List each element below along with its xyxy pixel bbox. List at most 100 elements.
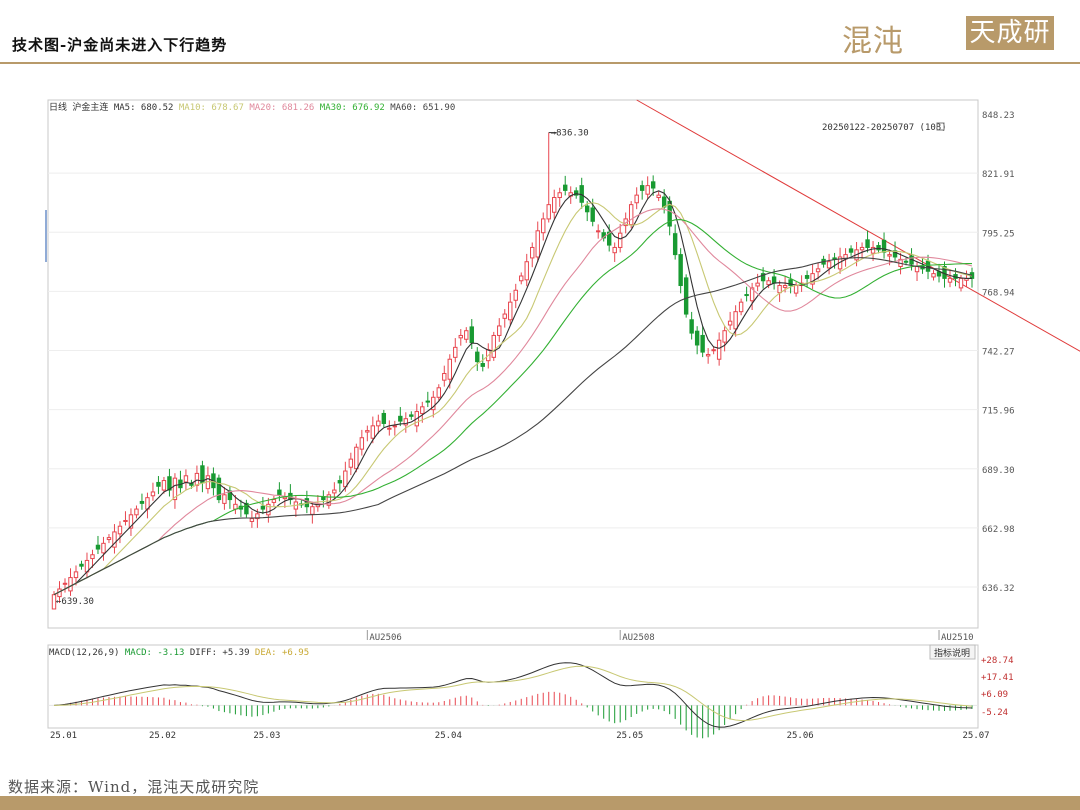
candle-body[interactable] [458, 334, 463, 339]
candle-body[interactable] [650, 181, 656, 189]
candle-body[interactable] [277, 489, 282, 496]
candle-body[interactable] [744, 294, 749, 297]
candle-body[interactable] [464, 330, 469, 340]
candle-body[interactable] [595, 230, 601, 233]
candle-body[interactable] [442, 373, 447, 381]
candle-body[interactable] [134, 508, 139, 516]
candle-body[interactable] [475, 351, 480, 363]
candle-body[interactable] [947, 277, 953, 283]
candle-body[interactable] [381, 412, 387, 424]
candle-body[interactable] [106, 537, 112, 541]
candle-body[interactable] [73, 571, 79, 579]
candle-body[interactable] [79, 563, 84, 567]
candle-body[interactable] [887, 254, 892, 257]
candle-body[interactable] [859, 246, 865, 251]
candle-body[interactable] [139, 500, 145, 504]
candle-body[interactable] [958, 277, 964, 289]
candle-body[interactable] [398, 415, 403, 422]
candle-body[interactable] [617, 232, 623, 248]
candle-body[interactable] [727, 320, 733, 326]
candle-body[interactable] [90, 554, 95, 560]
candle-body[interactable] [865, 239, 870, 248]
candle-body[interactable] [271, 499, 277, 503]
candlestick-chart[interactable]: 848.23 821.91 795.25 768.94 742.27 715.96 689.… [0, 0, 1080, 760]
candle-body[interactable] [914, 265, 920, 273]
candle-body[interactable] [123, 519, 128, 522]
candle-body[interactable] [903, 260, 909, 263]
candle-body[interactable] [931, 273, 936, 278]
candle-body[interactable] [766, 280, 771, 286]
candle-body[interactable] [453, 346, 458, 358]
candle-body[interactable] [260, 505, 266, 510]
candle-body[interactable] [771, 276, 777, 284]
candle-body[interactable] [359, 437, 365, 450]
candle-body[interactable] [777, 285, 782, 294]
candle-body[interactable] [793, 285, 799, 294]
candle-body[interactable] [365, 430, 370, 433]
candle-body[interactable] [661, 196, 667, 208]
candle-body[interactable] [447, 358, 452, 380]
candle-body[interactable] [782, 285, 788, 288]
candle-body[interactable] [716, 339, 722, 360]
candle-body[interactable] [425, 400, 431, 403]
candle-body[interactable] [876, 245, 881, 251]
candle-body[interactable] [563, 184, 568, 191]
candle-body[interactable] [62, 582, 68, 585]
candle-body[interactable] [683, 277, 689, 315]
candle-body[interactable] [194, 472, 200, 486]
candle-body[interactable] [634, 194, 639, 204]
candle-body[interactable] [530, 246, 535, 259]
candle-body[interactable] [585, 205, 590, 213]
candle-body[interactable] [738, 301, 744, 313]
candle-body[interactable] [117, 525, 123, 535]
candle-body[interactable] [639, 185, 645, 191]
candle-body[interactable] [497, 325, 502, 336]
candle-body[interactable] [409, 414, 414, 417]
candle-body[interactable] [387, 427, 392, 430]
candle-body[interactable] [310, 506, 315, 515]
candle-body[interactable] [480, 363, 485, 367]
candle-body[interactable] [337, 480, 343, 484]
candle-body[interactable] [656, 194, 661, 199]
candle-body[interactable] [804, 275, 810, 279]
candle-body[interactable] [815, 268, 821, 273]
candle-body[interactable] [469, 326, 474, 344]
candle-body[interactable] [612, 246, 617, 254]
candle-body[interactable] [645, 185, 650, 195]
candle-body[interactable] [711, 349, 716, 352]
candle-body[interactable] [161, 480, 167, 491]
candle-body[interactable] [590, 207, 595, 222]
candle-body[interactable] [332, 489, 337, 494]
candle-body[interactable] [519, 275, 524, 282]
candle-body[interactable] [678, 254, 683, 287]
candle-body[interactable] [183, 475, 189, 483]
candle-body[interactable] [755, 282, 760, 287]
candle-body[interactable] [733, 311, 738, 330]
candle-body[interactable] [826, 261, 832, 269]
candle-body[interactable] [848, 248, 854, 253]
candle-body[interactable] [249, 518, 255, 522]
candle-body[interactable] [628, 204, 634, 226]
candle-body[interactable] [156, 481, 161, 487]
candle-body[interactable] [936, 271, 942, 277]
candle-body[interactable] [95, 544, 101, 550]
candle-body[interactable] [557, 192, 562, 199]
candle-body[interactable] [376, 420, 381, 427]
candle-body[interactable] [541, 218, 546, 234]
candle-body[interactable] [392, 425, 398, 428]
candle-body[interactable] [491, 334, 496, 358]
candle-body[interactable] [343, 470, 348, 488]
candle-body[interactable] [546, 204, 551, 220]
candle-body[interactable] [513, 289, 518, 301]
candle-body[interactable] [535, 230, 540, 258]
candle-body[interactable] [881, 239, 887, 253]
candle-body[interactable] [68, 577, 73, 592]
candle-body[interactable] [354, 446, 359, 470]
candle-body[interactable] [150, 491, 156, 497]
candle-body[interactable] [222, 494, 227, 504]
candle-body[interactable] [672, 233, 678, 256]
candle-body[interactable] [552, 197, 557, 213]
candle-body[interactable] [436, 387, 441, 398]
candle-body[interactable] [700, 334, 705, 353]
candle-body[interactable] [101, 542, 106, 554]
